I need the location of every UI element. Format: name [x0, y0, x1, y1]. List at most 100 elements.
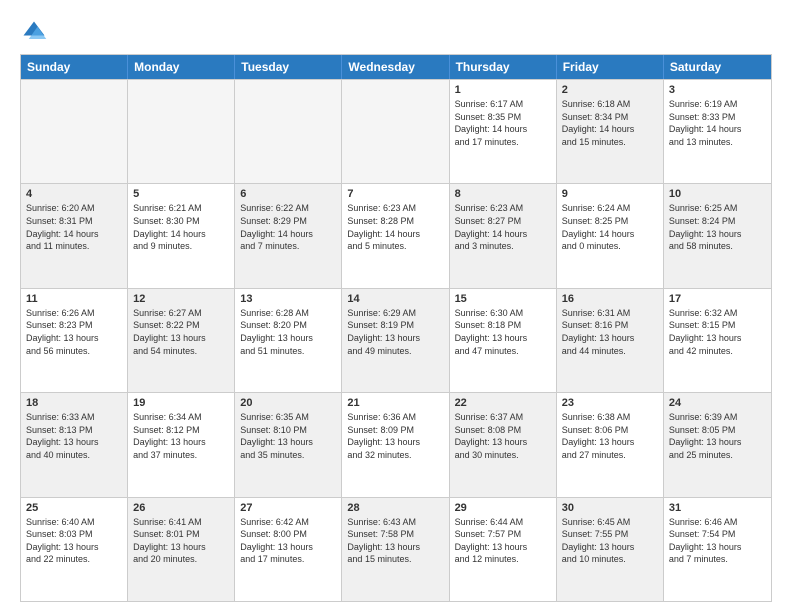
day-number: 11	[26, 293, 122, 305]
day-info: Sunrise: 6:26 AM Sunset: 8:23 PM Dayligh…	[26, 307, 122, 357]
calendar-cell	[128, 80, 235, 183]
calendar-row-2: 11 Sunrise: 6:26 AM Sunset: 8:23 PM Dayli…	[21, 288, 771, 392]
day-number: 16	[562, 293, 658, 305]
day-info: Sunrise: 6:20 AM Sunset: 8:31 PM Dayligh…	[26, 202, 122, 252]
day-info: Sunrise: 6:28 AM Sunset: 8:20 PM Dayligh…	[240, 307, 336, 357]
day-number: 1	[455, 84, 551, 96]
day-number: 5	[133, 188, 229, 200]
calendar-cell: 2Sunrise: 6:18 AM Sunset: 8:34 PM Daylig…	[557, 80, 664, 183]
header-cell-tuesday: Tuesday	[235, 55, 342, 79]
day-number: 10	[669, 188, 766, 200]
day-info: Sunrise: 6:32 AM Sunset: 8:15 PM Dayligh…	[669, 307, 766, 357]
calendar-cell: 10 Sunrise: 6:25 AM Sunset: 8:24 PM Dayli…	[664, 184, 771, 287]
calendar-cell: 17 Sunrise: 6:32 AM Sunset: 8:15 PM Dayli…	[664, 289, 771, 392]
calendar-cell: 12 Sunrise: 6:27 AM Sunset: 8:22 PM Dayli…	[128, 289, 235, 392]
day-info: Sunrise: 6:46 AM Sunset: 7:54 PM Dayligh…	[669, 516, 766, 566]
day-info: Sunrise: 6:33 AM Sunset: 8:13 PM Dayligh…	[26, 411, 122, 461]
day-info: Sunrise: 6:31 AM Sunset: 8:16 PM Dayligh…	[562, 307, 658, 357]
day-number: 27	[240, 502, 336, 514]
calendar-row-1: 4 Sunrise: 6:20 AM Sunset: 8:31 PM Daylig…	[21, 183, 771, 287]
day-info: Sunrise: 6:27 AM Sunset: 8:22 PM Dayligh…	[133, 307, 229, 357]
day-number: 15	[455, 293, 551, 305]
day-number: 8	[455, 188, 551, 200]
calendar-cell: 19Sunrise: 6:34 AM Sunset: 8:12 PM Dayli…	[128, 393, 235, 496]
header-cell-wednesday: Wednesday	[342, 55, 449, 79]
calendar-cell: 24Sunrise: 6:39 AM Sunset: 8:05 PM Dayli…	[664, 393, 771, 496]
day-number: 6	[240, 188, 336, 200]
calendar-cell: 1 Sunrise: 6:17 AM Sunset: 8:35 PM Daylig…	[450, 80, 557, 183]
header	[20, 18, 772, 46]
calendar-cell: 6 Sunrise: 6:22 AM Sunset: 8:29 PM Daylig…	[235, 184, 342, 287]
day-number: 31	[669, 502, 766, 514]
calendar-cell: 15 Sunrise: 6:30 AM Sunset: 8:18 PM Dayli…	[450, 289, 557, 392]
day-info: Sunrise: 6:40 AM Sunset: 8:03 PM Dayligh…	[26, 516, 122, 566]
calendar-cell: 25 Sunrise: 6:40 AM Sunset: 8:03 PM Dayli…	[21, 498, 128, 601]
calendar-row-4: 25 Sunrise: 6:40 AM Sunset: 8:03 PM Dayli…	[21, 497, 771, 601]
day-info: Sunrise: 6:35 AM Sunset: 8:10 PM Dayligh…	[240, 411, 336, 461]
day-number: 7	[347, 188, 443, 200]
day-info: Sunrise: 6:36 AM Sunset: 8:09 PM Dayligh…	[347, 411, 443, 461]
calendar-cell: 30 Sunrise: 6:45 AM Sunset: 7:55 PM Dayli…	[557, 498, 664, 601]
day-number: 21	[347, 397, 443, 409]
day-info: Sunrise: 6:34 AM Sunset: 8:12 PM Dayligh…	[133, 411, 229, 461]
day-number: 26	[133, 502, 229, 514]
day-info: Sunrise: 6:30 AM Sunset: 8:18 PM Dayligh…	[455, 307, 551, 357]
calendar-cell: 29Sunrise: 6:44 AM Sunset: 7:57 PM Dayli…	[450, 498, 557, 601]
day-info: Sunrise: 6:23 AM Sunset: 8:28 PM Dayligh…	[347, 202, 443, 252]
calendar-cell: 31 Sunrise: 6:46 AM Sunset: 7:54 PM Dayli…	[664, 498, 771, 601]
calendar-cell: 22 Sunrise: 6:37 AM Sunset: 8:08 PM Dayli…	[450, 393, 557, 496]
calendar-row-0: 1 Sunrise: 6:17 AM Sunset: 8:35 PM Daylig…	[21, 79, 771, 183]
day-number: 25	[26, 502, 122, 514]
calendar-cell	[21, 80, 128, 183]
day-info: Sunrise: 6:22 AM Sunset: 8:29 PM Dayligh…	[240, 202, 336, 252]
day-info: Sunrise: 6:42 AM Sunset: 8:00 PM Dayligh…	[240, 516, 336, 566]
day-number: 14	[347, 293, 443, 305]
calendar: SundayMondayTuesdayWednesdayThursdayFrid…	[20, 54, 772, 602]
day-number: 29	[455, 502, 551, 514]
calendar-cell: 23Sunrise: 6:38 AM Sunset: 8:06 PM Dayli…	[557, 393, 664, 496]
day-number: 9	[562, 188, 658, 200]
day-number: 13	[240, 293, 336, 305]
day-info: Sunrise: 6:21 AM Sunset: 8:30 PM Dayligh…	[133, 202, 229, 252]
day-info: Sunrise: 6:29 AM Sunset: 8:19 PM Dayligh…	[347, 307, 443, 357]
calendar-cell: 18 Sunrise: 6:33 AM Sunset: 8:13 PM Dayli…	[21, 393, 128, 496]
day-number: 4	[26, 188, 122, 200]
day-number: 20	[240, 397, 336, 409]
calendar-cell: 3Sunrise: 6:19 AM Sunset: 8:33 PM Daylig…	[664, 80, 771, 183]
calendar-cell: 13 Sunrise: 6:28 AM Sunset: 8:20 PM Dayli…	[235, 289, 342, 392]
calendar-cell: 8 Sunrise: 6:23 AM Sunset: 8:27 PM Daylig…	[450, 184, 557, 287]
day-info: Sunrise: 6:43 AM Sunset: 7:58 PM Dayligh…	[347, 516, 443, 566]
day-info: Sunrise: 6:38 AM Sunset: 8:06 PM Dayligh…	[562, 411, 658, 461]
day-info: Sunrise: 6:17 AM Sunset: 8:35 PM Dayligh…	[455, 98, 551, 148]
calendar-body: 1 Sunrise: 6:17 AM Sunset: 8:35 PM Daylig…	[21, 79, 771, 601]
day-number: 12	[133, 293, 229, 305]
calendar-cell: 26 Sunrise: 6:41 AM Sunset: 8:01 PM Dayli…	[128, 498, 235, 601]
calendar-cell: 21 Sunrise: 6:36 AM Sunset: 8:09 PM Dayli…	[342, 393, 449, 496]
day-info: Sunrise: 6:41 AM Sunset: 8:01 PM Dayligh…	[133, 516, 229, 566]
calendar-cell: 9 Sunrise: 6:24 AM Sunset: 8:25 PM Daylig…	[557, 184, 664, 287]
calendar-cell: 7 Sunrise: 6:23 AM Sunset: 8:28 PM Daylig…	[342, 184, 449, 287]
calendar-cell: 5 Sunrise: 6:21 AM Sunset: 8:30 PM Daylig…	[128, 184, 235, 287]
day-info: Sunrise: 6:25 AM Sunset: 8:24 PM Dayligh…	[669, 202, 766, 252]
day-info: Sunrise: 6:18 AM Sunset: 8:34 PM Dayligh…	[562, 98, 658, 148]
calendar-cell: 27 Sunrise: 6:42 AM Sunset: 8:00 PM Dayli…	[235, 498, 342, 601]
day-number: 24	[669, 397, 766, 409]
day-number: 22	[455, 397, 551, 409]
day-number: 17	[669, 293, 766, 305]
day-info: Sunrise: 6:23 AM Sunset: 8:27 PM Dayligh…	[455, 202, 551, 252]
calendar-row-3: 18 Sunrise: 6:33 AM Sunset: 8:13 PM Dayli…	[21, 392, 771, 496]
logo	[20, 18, 52, 46]
calendar-cell: 11 Sunrise: 6:26 AM Sunset: 8:23 PM Dayli…	[21, 289, 128, 392]
page: SundayMondayTuesdayWednesdayThursdayFrid…	[0, 0, 792, 612]
day-info: Sunrise: 6:24 AM Sunset: 8:25 PM Dayligh…	[562, 202, 658, 252]
calendar-header: SundayMondayTuesdayWednesdayThursdayFrid…	[21, 55, 771, 79]
calendar-cell	[235, 80, 342, 183]
calendar-cell: 4 Sunrise: 6:20 AM Sunset: 8:31 PM Daylig…	[21, 184, 128, 287]
day-number: 30	[562, 502, 658, 514]
day-number: 28	[347, 502, 443, 514]
day-info: Sunrise: 6:45 AM Sunset: 7:55 PM Dayligh…	[562, 516, 658, 566]
header-cell-saturday: Saturday	[664, 55, 771, 79]
day-info: Sunrise: 6:37 AM Sunset: 8:08 PM Dayligh…	[455, 411, 551, 461]
day-number: 18	[26, 397, 122, 409]
header-cell-sunday: Sunday	[21, 55, 128, 79]
